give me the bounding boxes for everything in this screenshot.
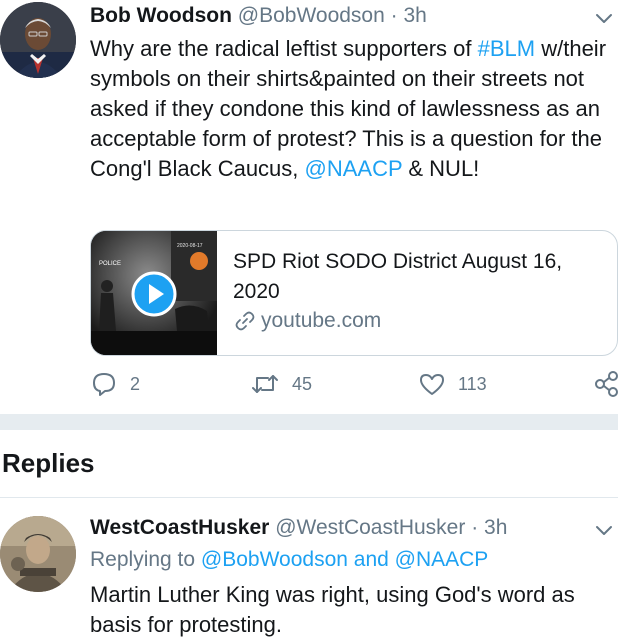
reply-author-avatar[interactable] [0,516,76,592]
reply-author-handle[interactable]: @WestCoastHusker [275,516,465,539]
tweet-time[interactable]: 3h [403,4,426,27]
card-title[interactable]: SPD Riot SODO District August 16, 2020 [233,247,603,307]
main-tweet[interactable]: Bob Woodson @BobWoodson · 3h Why are the… [0,0,618,414]
author-handle[interactable]: @BobWoodson [238,4,385,27]
retweet-action[interactable]: 45 [250,370,312,398]
chevron-down-icon[interactable] [594,520,614,540]
reply-count: 2 [130,373,141,394]
reply-time[interactable]: 3h [484,516,507,539]
replies-heading: Replies [2,448,95,478]
reply-tweet[interactable]: WestCoastHusker @WestCoastHusker · 3h Re… [0,498,618,640]
mention-link[interactable]: @NAACP [305,156,403,181]
tweet-text-part1: Why are the radical leftist supporters o… [90,36,478,61]
author-avatar-image [0,2,76,78]
retweet-count: 45 [292,373,313,394]
replying-to: Replying to @BobWoodson and @NAACP [90,548,488,572]
play-icon[interactable] [131,271,177,317]
hashtag-link[interactable]: #BLM [478,36,535,61]
section-divider [0,414,618,430]
reply-icon [93,373,115,396]
tweet-header: Bob Woodson @BobWoodson · 3h [90,4,427,28]
reply-author-name[interactable]: WestCoastHusker [90,516,269,539]
retweet-icon [252,375,278,393]
reply-author-avatar-image [0,516,76,592]
reply-header: WestCoastHusker @WestCoastHusker · 3h [90,516,507,540]
reply-action[interactable]: 2 [90,370,140,398]
video-thumbnail[interactable]: 2020-08-17 POLICE [91,231,217,355]
replying-mentions[interactable]: @BobWoodson and @NAACP [201,548,488,571]
replying-label: Replying to [90,548,201,571]
like-icon [420,374,444,395]
share-action[interactable] [594,370,618,398]
link-card[interactable]: 2020-08-17 POLICE SPD Riot SODO District… [90,230,618,356]
header-separator: · [390,4,398,27]
tweet-text-part3: & NUL! [402,156,480,181]
tweet-actions: 2 45 113 [90,370,618,400]
svg-text:2020-08-17: 2020-08-17 [177,243,203,249]
card-domain-text: youtube.com [261,309,382,332]
author-avatar[interactable] [0,2,76,78]
share-icon [595,371,618,397]
author-name[interactable]: Bob Woodson [90,4,232,27]
tweet-text: Why are the radical leftist supporters o… [90,34,618,184]
card-domain[interactable]: youtube.com [233,309,381,333]
like-action[interactable]: 113 [418,370,487,398]
reply-header-separator: · [471,516,479,539]
like-count: 113 [458,373,487,394]
chevron-down-icon[interactable] [594,8,614,28]
reply-text: Martin Luther King was right, using God'… [90,582,575,637]
link-icon [235,311,255,331]
thumbnail-overlay-text: POLICE [99,261,122,267]
